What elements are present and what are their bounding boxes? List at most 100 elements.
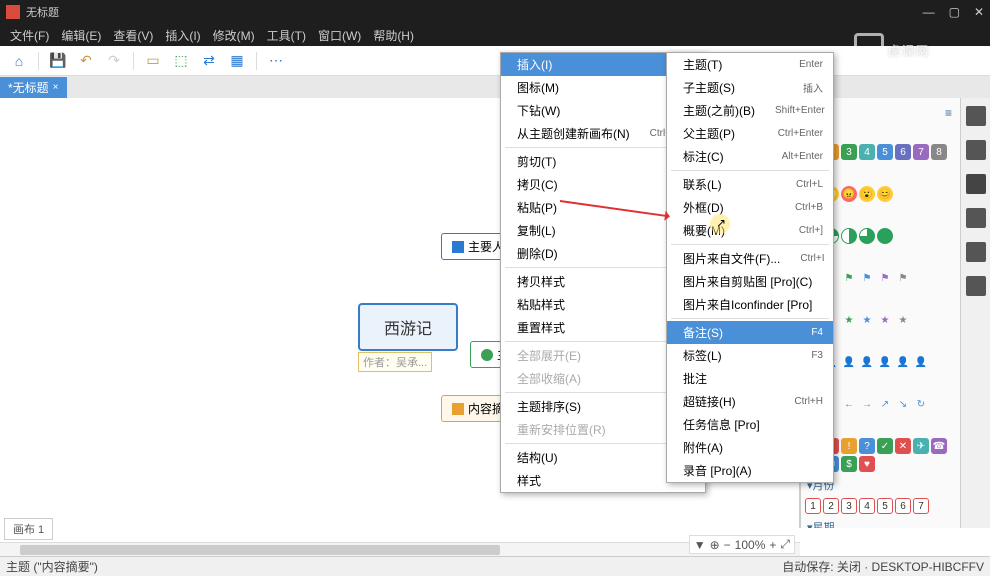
arrow-icon[interactable]: ↗: [877, 396, 893, 412]
face-icon[interactable]: 😮: [859, 186, 875, 202]
tab-close-icon[interactable]: ×: [53, 82, 59, 93]
section-week[interactable]: 星期: [805, 516, 956, 528]
close-button[interactable]: ✕: [974, 5, 984, 19]
person-icon[interactable]: 👤: [877, 354, 893, 370]
menu-tools[interactable]: 工具(T): [261, 25, 312, 46]
month-icon[interactable]: 3: [841, 498, 857, 514]
menu-window[interactable]: 窗口(W): [312, 25, 367, 46]
sidetab-comments[interactable]: [966, 242, 986, 262]
zoom-in[interactable]: +: [769, 538, 776, 552]
priority-4-icon[interactable]: 4: [859, 144, 875, 160]
symbol-icon[interactable]: !: [841, 438, 857, 454]
menu-view[interactable]: 查看(V): [107, 25, 159, 46]
mi-标注(C)[interactable]: 标注(C)Alt+Enter: [667, 145, 833, 168]
filter-icon[interactable]: ▼: [694, 538, 706, 552]
symbol-icon[interactable]: ♥: [859, 456, 875, 472]
priority-5-icon[interactable]: 5: [877, 144, 893, 160]
priority-7-icon[interactable]: 7: [913, 144, 929, 160]
pie-icon[interactable]: [841, 228, 857, 244]
menu-help[interactable]: 帮助(H): [367, 25, 420, 46]
mi-附件(A)[interactable]: 附件(A): [667, 436, 833, 459]
priority-3-icon[interactable]: 3: [841, 144, 857, 160]
mi-图片来自Iconfinder [Pro][interactable]: 图片来自Iconfinder [Pro]: [667, 293, 833, 316]
mi-批注[interactable]: 批注: [667, 367, 833, 390]
mi-标签(L)[interactable]: 标签(L)F3: [667, 344, 833, 367]
sidetab-icons[interactable]: [966, 174, 986, 194]
menu-file[interactable]: 文件(F): [4, 25, 55, 46]
flag-icon[interactable]: ⚑: [877, 270, 893, 286]
star-icon[interactable]: ★: [841, 312, 857, 328]
mi-父主题(P)[interactable]: 父主题(P)Ctrl+Enter: [667, 122, 833, 145]
flag-icon[interactable]: ⚑: [841, 270, 857, 286]
symbol-icon[interactable]: $: [841, 456, 857, 472]
face-icon[interactable]: 😊: [877, 186, 893, 202]
symbol-icon[interactable]: ?: [859, 438, 875, 454]
tab-untitled[interactable]: *无标题 ×: [0, 77, 67, 98]
month-icon[interactable]: 6: [895, 498, 911, 514]
undo-icon[interactable]: ↶: [75, 50, 97, 72]
pie-icon[interactable]: [877, 228, 893, 244]
priority-8-icon[interactable]: 8: [931, 144, 947, 160]
month-icon[interactable]: 2: [823, 498, 839, 514]
star-icon[interactable]: ★: [859, 312, 875, 328]
symbol-icon[interactable]: ✕: [895, 438, 911, 454]
sidetab-format[interactable]: [966, 106, 986, 126]
mi-外框(D)[interactable]: 外框(D)Ctrl+B: [667, 196, 833, 219]
fit-icon[interactable]: ⤢: [780, 537, 790, 552]
month-icon[interactable]: 7: [913, 498, 929, 514]
arrow-icon[interactable]: ↘: [895, 396, 911, 412]
new-icon[interactable]: ▭: [142, 50, 164, 72]
mi-备注(S)[interactable]: 备注(S)F4: [667, 321, 833, 344]
refresh-icon[interactable]: ↻: [913, 396, 929, 412]
month-icon[interactable]: 4: [859, 498, 875, 514]
mi-联系(L)[interactable]: 联系(L)Ctrl+L: [667, 173, 833, 196]
priority-6-icon[interactable]: 6: [895, 144, 911, 160]
face-icon[interactable]: 😠: [841, 186, 857, 202]
link-icon[interactable]: ⬚: [170, 50, 192, 72]
person-icon[interactable]: 👤: [895, 354, 911, 370]
author-label[interactable]: 作者：吴承...: [358, 352, 432, 372]
mi-任务信息 [Pro][interactable]: 任务信息 [Pro]: [667, 413, 833, 436]
sidetab-outline[interactable]: [966, 140, 986, 160]
target-icon[interactable]: ⊕: [710, 538, 720, 552]
star-icon[interactable]: ★: [877, 312, 893, 328]
flag-icon[interactable]: ⚑: [895, 270, 911, 286]
menu-insert[interactable]: 插入(I): [159, 25, 206, 46]
symbol-icon[interactable]: ✈: [913, 438, 929, 454]
mi-超链接(H)[interactable]: 超链接(H)Ctrl+H: [667, 390, 833, 413]
mi-主题(之前)(B)[interactable]: 主题(之前)(B)Shift+Enter: [667, 99, 833, 122]
mi-图片来自剪贴图 [Pro](C)[interactable]: 图片来自剪贴图 [Pro](C): [667, 270, 833, 293]
month-icon[interactable]: 5: [877, 498, 893, 514]
person-icon[interactable]: 👤: [841, 354, 857, 370]
mi-图片来自文件(F)...[interactable]: 图片来自文件(F)...Ctrl+I: [667, 247, 833, 270]
star-icon[interactable]: ★: [895, 312, 911, 328]
minimize-button[interactable]: —: [923, 5, 935, 19]
arrow-icon[interactable]: ←: [841, 396, 857, 412]
symbol-icon[interactable]: ✓: [877, 438, 893, 454]
mi-概要(M)[interactable]: 概要(M)Ctrl+]: [667, 219, 833, 242]
sidetab-task[interactable]: [966, 276, 986, 296]
menu-edit[interactable]: 编辑(E): [55, 25, 107, 46]
month-icon[interactable]: 1: [805, 498, 821, 514]
maximize-button[interactable]: ▢: [949, 5, 960, 19]
flag-icon[interactable]: ⚑: [859, 270, 875, 286]
home-icon[interactable]: ⌂: [8, 50, 30, 72]
mi-录音 [Pro](A)[interactable]: 录音 [Pro](A): [667, 459, 833, 482]
sidetab-notes[interactable]: [966, 208, 986, 228]
person-icon[interactable]: 👤: [913, 354, 929, 370]
mi-主题(T)[interactable]: 主题(T)Enter: [667, 53, 833, 76]
panel-menu-icon[interactable]: ≡: [945, 106, 952, 120]
root-topic[interactable]: 西游记: [358, 303, 458, 351]
horizontal-scrollbar[interactable]: [0, 542, 800, 556]
arrow-icon[interactable]: →: [859, 396, 875, 412]
redo-icon[interactable]: ↷: [103, 50, 125, 72]
person-icon[interactable]: 👤: [859, 354, 875, 370]
zoom-out[interactable]: −: [724, 538, 731, 552]
symbol-icon[interactable]: ☎: [931, 438, 947, 454]
menu-modify[interactable]: 修改(M): [207, 25, 261, 46]
save-icon[interactable]: 💾: [47, 50, 69, 72]
relation-icon[interactable]: ⇄: [198, 50, 220, 72]
more-icon[interactable]: ⋯: [265, 50, 287, 72]
pie-icon[interactable]: [859, 228, 875, 244]
boundary-icon[interactable]: ▦: [226, 50, 248, 72]
